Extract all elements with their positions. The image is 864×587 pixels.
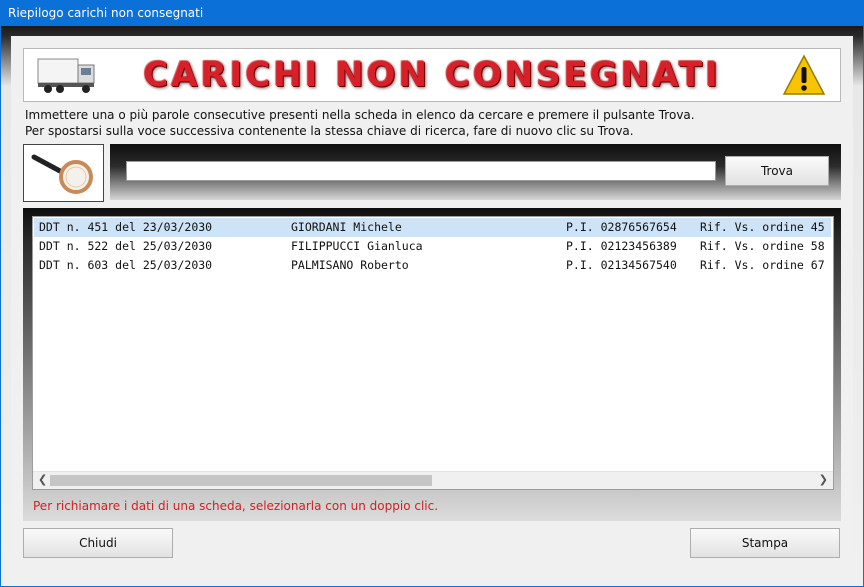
list-item[interactable]: DDT n. 451 del 23/03/2030 GIORDANI Miche… <box>34 218 831 237</box>
scrollbar-thumb[interactable] <box>50 475 432 486</box>
close-button[interactable]: Chiudi <box>23 528 173 558</box>
instructions-line-1: Immettere una o più parole consecutive p… <box>25 108 695 122</box>
row-rif: Rif. Vs. ordine 58 <box>700 239 825 253</box>
search-image-box <box>23 144 104 202</box>
find-button[interactable]: Trova <box>725 156 829 186</box>
row-piva: P.I. 02134567540 <box>566 258 677 272</box>
warning-icon <box>782 54 826 95</box>
scroll-right-icon[interactable]: ❯ <box>819 473 828 486</box>
instructions: Immettere una o più parole consecutive p… <box>25 107 845 139</box>
row-rif: Rif. Vs. ordine 45 <box>700 220 825 234</box>
horizontal-scrollbar[interactable]: ❮ ❯ <box>33 471 833 489</box>
print-button[interactable]: Stampa <box>690 528 840 558</box>
row-name: PALMISANO Roberto <box>291 258 409 272</box>
title-bar[interactable]: Riepilogo carichi non consegnati <box>0 0 864 26</box>
client-area: CARICHI NON CONSEGNATI Immettere una o p… <box>1 26 863 586</box>
row-piva: P.I. 02123456389 <box>566 239 677 253</box>
row-piva: P.I. 02876567654 <box>566 220 677 234</box>
row-name: GIORDANI Michele <box>291 220 402 234</box>
instructions-line-2: Per spostarsi sulla voce successiva cont… <box>25 124 634 138</box>
double-click-hint: Per richiamare i dati di una scheda, sel… <box>33 499 439 513</box>
app-window: Riepilogo carichi non consegnati CARICHI… <box>0 0 864 587</box>
magnifier-icon <box>31 154 93 194</box>
banner-title: CARICHI NON CONSEGNATI <box>143 55 721 95</box>
window-title: Riepilogo carichi non consegnati <box>8 6 204 20</box>
scroll-left-icon[interactable]: ❮ <box>38 473 47 486</box>
results-panel: DDT n. 451 del 23/03/2030 GIORDANI Miche… <box>23 208 841 521</box>
row-ddt: DDT n. 451 del 23/03/2030 <box>39 220 213 234</box>
row-name: FILIPPUCCI Gianluca <box>291 239 423 253</box>
header-banner: CARICHI NON CONSEGNATI <box>23 48 841 102</box>
results-list[interactable]: DDT n. 451 del 23/03/2030 GIORDANI Miche… <box>32 216 834 490</box>
row-ddt: DDT n. 522 del 25/03/2030 <box>39 239 213 253</box>
row-ddt: DDT n. 603 del 25/03/2030 <box>39 258 213 272</box>
search-input[interactable] <box>126 161 716 181</box>
search-bar: Trova <box>110 144 841 200</box>
list-item[interactable]: DDT n. 603 del 25/03/2030 PALMISANO Robe… <box>34 256 831 275</box>
main-panel: CARICHI NON CONSEGNATI Immettere una o p… <box>11 36 853 576</box>
list-item[interactable]: DDT n. 522 del 25/03/2030 FILIPPUCCI Gia… <box>34 237 831 256</box>
row-rif: Rif. Vs. ordine 67 <box>700 258 825 272</box>
